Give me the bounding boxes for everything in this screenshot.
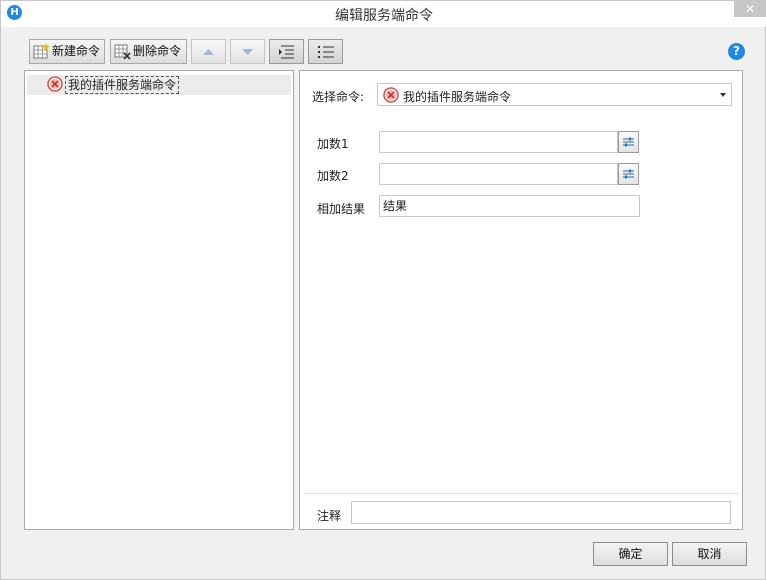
field-label-addend1: 加数1 — [317, 137, 349, 151]
addend1-formula-button[interactable] — [618, 131, 639, 153]
delete-table-icon — [114, 44, 131, 60]
divider — [304, 493, 738, 494]
select-command-label: 选择命令: — [312, 90, 365, 104]
arrow-down-icon — [242, 49, 253, 55]
command-tree: 我的插件服务端命令 — [24, 70, 294, 530]
help-icon[interactable]: ? — [728, 43, 745, 60]
note-label: 注释 — [317, 509, 342, 523]
dialog-window: H 编辑服务端命令 ✕ 新建命令 删除命令 ? 我的插件服务端命令 选择命令: … — [0, 0, 766, 580]
formula-settings-icon — [623, 137, 634, 147]
chevron-down-icon — [720, 93, 726, 97]
command-select-value: 我的插件服务端命令 — [403, 90, 512, 104]
cancel-button[interactable]: 取消 — [672, 542, 747, 566]
move-down-button[interactable] — [230, 39, 265, 64]
move-up-button[interactable] — [191, 39, 226, 64]
close-button[interactable]: ✕ — [734, 1, 766, 17]
field-label-sum-result: 相加结果 — [317, 202, 366, 216]
command-select[interactable]: 我的插件服务端命令 — [377, 83, 732, 106]
error-icon — [47, 76, 63, 92]
arrow-up-icon — [203, 49, 214, 55]
tree-item[interactable]: 我的插件服务端命令 — [27, 75, 291, 95]
new-table-icon — [33, 43, 50, 59]
indent-icon — [279, 45, 294, 59]
note-input[interactable] — [351, 501, 731, 524]
title-bar: H 编辑服务端命令 ✕ — [1, 1, 766, 27]
delete-command-label: 删除命令 — [133, 44, 182, 58]
addend2-input[interactable] — [379, 163, 618, 185]
sum-result-input[interactable]: 结果 — [379, 195, 640, 217]
field-label-addend2: 加数2 — [317, 169, 349, 183]
outdent-button[interactable] — [308, 39, 343, 64]
formula-settings-icon — [623, 169, 634, 179]
outdent-icon — [318, 46, 334, 58]
addend1-input[interactable] — [379, 131, 618, 153]
tree-item-label: 我的插件服务端命令 — [65, 76, 180, 94]
command-editor: 选择命令: 我的插件服务端命令 加数1 加数2 相加结果 结果 注释 — [299, 70, 743, 530]
dialog-title: 编辑服务端命令 — [335, 8, 433, 24]
delete-command-button[interactable]: 删除命令 — [110, 39, 187, 64]
error-icon — [383, 87, 399, 103]
new-command-label: 新建命令 — [52, 44, 101, 58]
ok-button[interactable]: 确定 — [593, 542, 668, 566]
new-command-button[interactable]: 新建命令 — [29, 39, 105, 64]
indent-button[interactable] — [269, 39, 304, 64]
addend2-formula-button[interactable] — [618, 163, 639, 185]
